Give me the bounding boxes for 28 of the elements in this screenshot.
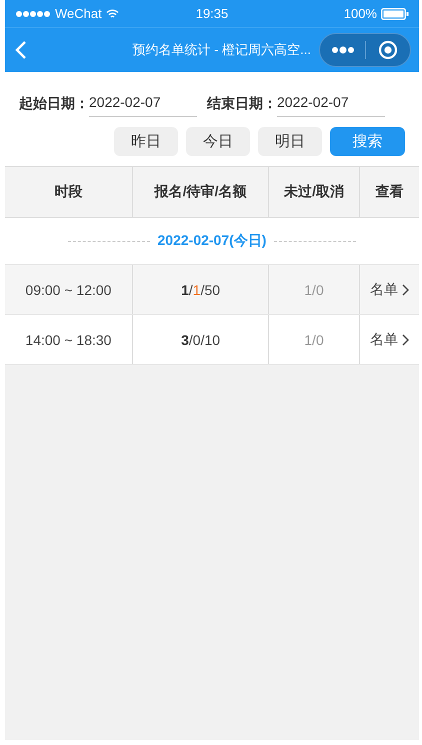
table-cell: 09:00 ~ 12:00 bbox=[5, 264, 132, 314]
date-button[interactable]: 今日 bbox=[186, 127, 250, 156]
date-button[interactable]: 昨日 bbox=[114, 127, 178, 156]
chevron-icon bbox=[402, 334, 409, 346]
start-date-label: 起始日期： bbox=[19, 94, 89, 112]
column-header: 时段 bbox=[5, 166, 132, 218]
column-header: 查看 bbox=[359, 166, 419, 218]
chevron-icon bbox=[402, 284, 409, 296]
back-icon[interactable] bbox=[15, 40, 27, 60]
table-cell: 1/0 bbox=[268, 314, 360, 364]
wifi-icon bbox=[106, 8, 119, 18]
carrier-name: WeChat bbox=[55, 6, 102, 21]
end-date-label: 结束日期： bbox=[207, 94, 277, 112]
date-button[interactable]: 明日 bbox=[258, 127, 322, 156]
table-cell: 1/1/50 bbox=[132, 264, 269, 314]
table-cell: 3/0/10 bbox=[132, 314, 269, 364]
table-cell: 14:00 ~ 18:30 bbox=[5, 314, 132, 364]
status-time: 19:35 bbox=[196, 6, 228, 21]
column-header: 未过/取消 bbox=[268, 166, 360, 218]
battery-icon bbox=[380, 8, 409, 20]
battery-percent: 100% bbox=[344, 6, 377, 21]
page-title: 预约名单统计 - 橙记周六高空... bbox=[132, 41, 312, 59]
table-cell: 1/0 bbox=[268, 264, 360, 314]
more-icon[interactable] bbox=[331, 46, 355, 54]
column-header: 报名/待审/名额 bbox=[132, 166, 269, 218]
signal-icon bbox=[15, 10, 51, 18]
group-date: 2022-02-07(今日) bbox=[158, 232, 266, 250]
list-link[interactable]: 名单 bbox=[370, 330, 409, 348]
